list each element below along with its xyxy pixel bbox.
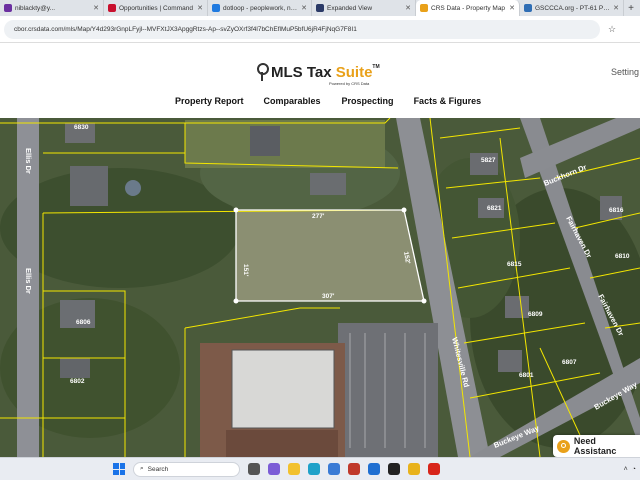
browser-tab[interactable]: dotloop - peoplework, no... ✕	[208, 0, 312, 16]
help-key-icon	[557, 439, 570, 453]
lot-number: 6802	[70, 378, 85, 385]
store-icon[interactable]	[328, 463, 340, 475]
mail-icon[interactable]	[368, 463, 380, 475]
nav-property-report[interactable]: Property Report	[175, 96, 244, 106]
address-bar-row: cbor.crsdata.com/mls/Map/Y4d293rGnpLFyjl…	[0, 16, 640, 43]
taskbar-search[interactable]: ⌕ Search	[133, 461, 240, 477]
system-tray: ˄ ◔	[624, 466, 636, 473]
file-explorer-icon[interactable]	[288, 463, 300, 475]
close-icon[interactable]: ✕	[405, 4, 411, 12]
new-tab-button[interactable]: +	[624, 3, 638, 14]
browser-tab[interactable]: niblackty@y... ✕	[0, 0, 104, 16]
chevron-up-icon[interactable]: ˄	[624, 466, 628, 473]
lot-number: 6821	[487, 205, 502, 212]
tab-favicon-icon	[316, 4, 324, 12]
browser-tab[interactable]: Expanded View ✕	[312, 0, 416, 16]
lot-number: 6807	[562, 359, 577, 366]
browser-tab[interactable]: Opportunities | Command ✕	[104, 0, 208, 16]
nav-prospecting[interactable]: Prospecting	[342, 96, 394, 106]
key-icon	[257, 63, 269, 81]
tab-favicon-icon	[420, 4, 428, 12]
main-nav: Property Report Comparables Prospecting …	[175, 96, 501, 106]
close-icon[interactable]: ✕	[197, 4, 203, 12]
lot-number: 6815	[507, 261, 522, 268]
street-label: Ellis Dr	[24, 268, 33, 294]
lot-number: 6830	[74, 124, 89, 131]
lot-number: 6801	[519, 372, 534, 379]
lot-number: 5827	[481, 157, 496, 164]
parcel-dim-left: 151'	[242, 264, 249, 277]
site-header: MLS Tax SuiteTM Powered by CRS Data Sett…	[0, 43, 640, 118]
close-icon[interactable]: ✕	[301, 4, 307, 12]
security-icon[interactable]	[348, 463, 360, 475]
chrome-icon[interactable]	[408, 463, 420, 475]
lot-number: 6806	[76, 319, 91, 326]
settings-link[interactable]: Setting	[611, 67, 639, 77]
close-icon[interactable]: ✕	[509, 4, 515, 12]
nav-facts-figures[interactable]: Facts & Figures	[414, 96, 482, 106]
parcel-dim-bottom: 307'	[322, 293, 335, 300]
lot-number: 6809	[528, 311, 543, 318]
nav-comparables[interactable]: Comparables	[264, 96, 321, 106]
search-icon: ⌕	[140, 465, 144, 472]
windows-taskbar: ⌕ Search ˄ ◔	[0, 457, 640, 480]
need-assistance-button[interactable]: Need Assistanc	[553, 435, 640, 457]
tab-favicon-icon	[524, 4, 532, 12]
lot-number: 6810	[615, 253, 630, 260]
parcel-map[interactable]: 277' 307' 151' 152' 6830 6806 6802 5827 …	[0, 118, 640, 457]
browser-tab-strip: niblackty@y... ✕ Opportunities | Command ✕…	[0, 0, 640, 16]
browser-tab[interactable]: GSCCCA.org - PT-61 Prem...✕	[520, 0, 624, 16]
acrobat-icon[interactable]	[428, 463, 440, 475]
amazon-icon[interactable]	[388, 463, 400, 475]
tab-favicon-icon	[212, 4, 220, 12]
tab-favicon-icon	[108, 4, 116, 12]
lot-number: 6816	[609, 207, 624, 214]
close-icon[interactable]: ✕	[93, 4, 99, 12]
address-bar[interactable]: cbor.crsdata.com/mls/Map/Y4d293rGnpLFyjl…	[4, 19, 600, 39]
url-text: cbor.crsdata.com/mls/Map/Y4d293rGnpLFyjl…	[14, 25, 357, 33]
tab-favicon-icon	[4, 4, 12, 12]
parcel-dim-top: 277'	[312, 213, 325, 220]
edge-icon[interactable]	[308, 463, 320, 475]
close-icon[interactable]: ✕	[613, 4, 619, 12]
mls-tax-suite-logo[interactable]: MLS Tax SuiteTM Powered by CRS Data	[257, 63, 380, 86]
wifi-icon[interactable]: ◔	[632, 466, 636, 473]
chat-icon[interactable]	[268, 463, 280, 475]
browser-tab-active[interactable]: CRS Data - Property Map ✕	[416, 0, 520, 16]
task-view-icon[interactable]	[248, 463, 260, 475]
street-label: Ellis Dr	[24, 148, 33, 174]
windows-start-icon[interactable]	[113, 463, 125, 475]
bookmark-star-icon[interactable]: ☆	[608, 24, 616, 35]
